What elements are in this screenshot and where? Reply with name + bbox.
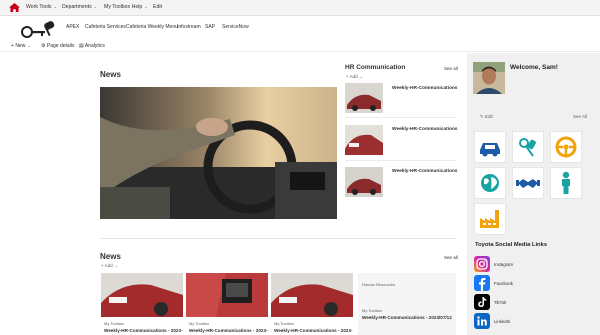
welcome-message: Welcome, Sam! [510,64,558,71]
linkedin-link[interactable]: LinkedIn [494,319,510,324]
news-card-category: Human Resources [362,282,396,287]
analytics-button[interactable]: ▤ Analytics [79,43,105,49]
handshake-icon [516,179,540,188]
quick-link-tile[interactable] [474,131,506,163]
nav-work-tools[interactable]: Work Tools ⌄ [26,4,57,10]
edit-links-button[interactable]: ✎ Edit [480,114,493,120]
page-details-button[interactable]: ⚙ Page details [41,43,74,49]
quick-link-tile[interactable] [474,203,506,235]
hr-see-all-link[interactable]: See all [444,66,458,71]
hr-item-title[interactable]: Weekly-HR-Communications [392,127,457,132]
news-card-image[interactable] [271,273,353,317]
news-card-source: My Toolbox [274,321,295,326]
quick-link-tile[interactable] [550,167,582,199]
new-label: New [15,43,26,49]
facebook-link[interactable]: Facebook [494,281,513,286]
chevron-down-icon: ⌄ [144,4,148,9]
tiktok-icon[interactable] [474,294,490,310]
news-section-title: News [100,70,121,79]
links-see-all[interactable]: See All [573,114,587,119]
car-image [345,125,383,155]
nav-departments[interactable]: Departments ⌄ [62,4,97,10]
news-card-title[interactable]: Weekly-HR-Communications - 2023- [274,328,353,333]
linkedin-icon[interactable] [474,313,490,329]
nav-label: Departments [62,4,92,10]
hub-link-sap[interactable]: SAP [205,24,215,30]
quick-link-tile[interactable] [474,167,506,199]
hr-item-title[interactable]: Weekly-HR-Communications [392,86,457,91]
nav-my-toolbox-help[interactable]: My Toolbox Help ⌄ [104,4,148,10]
hr-item-title[interactable]: Weekly-HR-Communications [392,169,457,174]
hr-item-thumbnail[interactable] [345,83,383,113]
instagram-icon[interactable] [474,256,490,272]
globe-icon [481,174,499,192]
car-image [101,273,183,317]
section-divider [100,238,457,239]
nav-label: Work Tools [26,4,52,10]
quick-link-tile[interactable] [550,131,582,163]
car-interior-image [100,87,337,219]
tiktok-link[interactable]: TikTok [494,300,506,305]
car-image [345,83,383,113]
home-icon[interactable] [9,3,20,12]
news-card-title[interactable]: Weekly-HR-Communications - 2023- [189,328,268,333]
car-image [271,273,353,317]
chevron-down-icon: ⌄ [93,4,98,9]
divider [345,160,457,161]
hub-link-cafeteria-weekly-menu[interactable]: Cafeteria Weekly Menu [126,24,178,30]
chevron-down-icon: ⌄ [27,43,31,48]
person-icon [562,171,570,194]
profile-photo [473,62,505,94]
car-icon [480,143,500,157]
news-card-image[interactable] [101,273,183,317]
nav-edit-link[interactable]: Edit [153,4,162,10]
keys-icon [519,138,536,157]
news-bottom-title: News [100,252,121,261]
news-card-title[interactable]: Weekly-HR-Communications - 2023/07/12 [362,315,452,320]
quick-link-tile[interactable] [512,167,544,199]
news-hero-image[interactable] [100,87,337,219]
hub-link-servicenow[interactable]: ServiceNow [222,24,249,30]
news-add-button[interactable]: + Add ⌄ [101,263,118,268]
factory-icon [480,210,499,228]
chevron-down-icon: ⌄ [53,4,57,9]
divider [345,117,457,118]
site-logo-keys-icon[interactable] [18,20,58,40]
steering-wheel-icon [555,136,577,158]
car-image [186,273,268,317]
facebook-icon[interactable] [474,275,490,291]
hr-communication-title: HR Communication [345,64,406,71]
news-card-title[interactable]: Weekly-HR-Communications - 2023- [104,328,183,333]
avatar[interactable] [473,62,505,94]
chevron-down-icon: ⌄ [359,74,364,79]
news-card-source: My Toolbox [189,321,210,326]
quick-link-tile[interactable] [512,131,544,163]
hub-link-infostream[interactable]: Infostream [177,24,201,30]
car-image [345,167,383,197]
new-button[interactable]: + New ⌄ [11,43,31,49]
analytics-label: Analytics [84,43,105,49]
hr-item-thumbnail[interactable] [345,167,383,197]
page-details-label: Page details [46,43,75,49]
hr-add-button[interactable]: + Add ⌄ [346,74,363,79]
news-card-source: My Toolbox [104,321,125,326]
chevron-down-icon: ⌄ [114,263,119,268]
hub-link-cafeteria-services[interactable]: Cafeteria Services [85,24,126,30]
edit-label: Edit [485,114,493,119]
add-label: Add [104,263,113,268]
add-label: Add [349,74,358,79]
instagram-link[interactable]: Instagram [494,262,513,267]
news-card-image[interactable] [186,273,268,317]
social-links-title: Toyota Social Media Links [475,242,548,248]
hub-link-apex[interactable]: APEX [66,24,79,30]
hr-item-thumbnail[interactable] [345,125,383,155]
nav-label: My Toolbox Help [104,4,143,10]
news-card-source: My Toolbox [362,308,383,313]
news-see-all-link[interactable]: See all [444,255,458,260]
nav-label: Edit [153,4,162,10]
